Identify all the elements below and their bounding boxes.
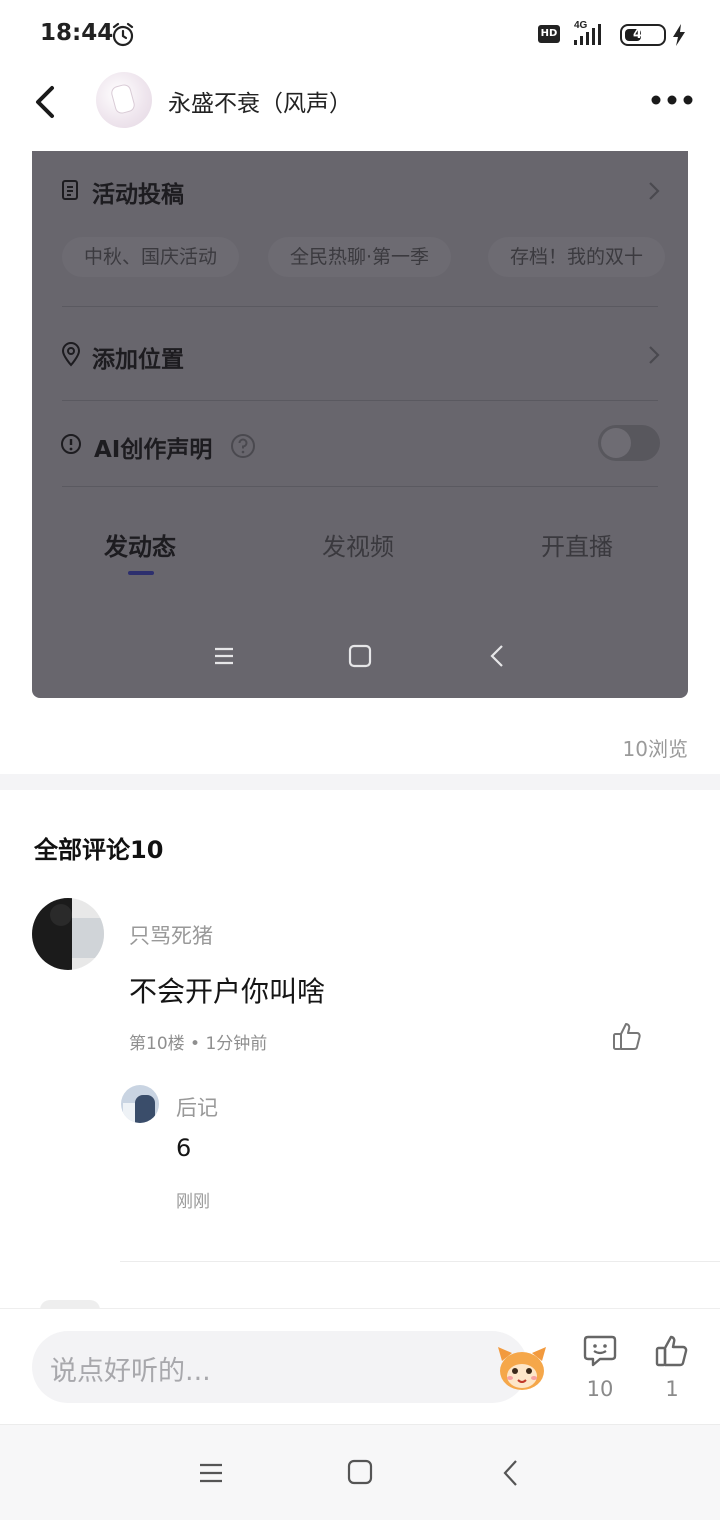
comment-count: 10: [586, 1377, 614, 1401]
avatar[interactable]: [96, 72, 152, 128]
like-count: 1: [665, 1377, 679, 1401]
back-arrow-icon[interactable]: [28, 82, 64, 122]
activity-tag: 中秋、国庆活动: [62, 237, 240, 277]
avatar[interactable]: [121, 1085, 159, 1123]
system-nav-bar: [0, 1424, 720, 1520]
embedded-screenshot-image[interactable]: 活动投稿 中秋、国庆活动 全民热聊·第一季 存档！我的双十 添加位置 AI创作声…: [32, 151, 688, 698]
menu-icon[interactable]: [196, 1459, 226, 1487]
divider: [120, 1261, 720, 1262]
home-square-icon: [348, 644, 372, 668]
avatar[interactable]: [32, 898, 104, 970]
comment-text[interactable]: 不会开户你叫啥: [129, 970, 325, 1010]
view-count: 10浏览: [622, 737, 688, 761]
ai-declaration-label: AI创作声明: [94, 437, 213, 463]
comments-title: 全部评论10: [34, 836, 164, 864]
comment-input-bar: 说点好听的... 10 1: [0, 1308, 720, 1424]
tab-post-video: 发视频: [322, 533, 394, 561]
back-chevron-icon: [490, 645, 503, 667]
signal-icon: 4G: [574, 20, 601, 45]
document-icon: [62, 180, 78, 200]
status-time: 18:44: [40, 20, 114, 46]
page-title[interactable]: 永盛不衰（风声）: [168, 84, 352, 118]
comment-input[interactable]: 说点好听的...: [32, 1331, 546, 1403]
divider: [62, 306, 658, 307]
back-chevron-icon[interactable]: [496, 1459, 526, 1487]
tab-post-update: 发动态: [104, 533, 176, 561]
emoji-mascot-icon[interactable]: [494, 1341, 550, 1393]
reply-text[interactable]: 6: [176, 1134, 191, 1162]
hd-badge: HD: [538, 25, 560, 43]
network-label: 4G: [574, 20, 588, 31]
ai-declaration-toggle: [598, 425, 660, 461]
section-separator: [0, 774, 720, 790]
chevron-right-icon: [649, 346, 660, 364]
more-dots-icon[interactable]: [650, 94, 694, 106]
home-square-icon[interactable]: [345, 1459, 375, 1487]
battery-icon: 45: [620, 24, 666, 46]
battery-level: 45: [632, 27, 652, 42]
thumbs-up-icon[interactable]: [611, 1020, 643, 1052]
charging-bolt-icon: [673, 24, 685, 46]
reply-username[interactable]: 后记: [176, 1092, 218, 1122]
status-bar: 18:44 HD 4G 45: [0, 0, 720, 66]
comment-bubble-icon: [583, 1335, 617, 1367]
chat-header: 永盛不衰（风声）: [0, 66, 720, 136]
info-icon: [61, 434, 81, 454]
alarm-icon: [112, 22, 134, 47]
chevron-right-icon: [649, 182, 660, 200]
activity-label: 活动投稿: [92, 182, 184, 208]
reply-time: 刚刚: [176, 1192, 210, 1212]
activity-tag: 存档！我的双十: [488, 237, 666, 277]
menu-icon: [215, 647, 233, 665]
like-button[interactable]: 1: [647, 1333, 697, 1401]
comment-count-button[interactable]: 10: [575, 1333, 625, 1401]
location-label: 添加位置: [92, 347, 184, 373]
divider: [62, 486, 658, 487]
comment-username[interactable]: 只骂死猪: [129, 920, 213, 950]
tab-go-live: 开直播: [541, 533, 613, 561]
location-pin-icon: [61, 342, 81, 367]
activity-tag: 全民热聊·第一季: [268, 237, 452, 277]
comment-input-placeholder: 说点好听的...: [50, 1356, 211, 1387]
divider: [62, 400, 658, 401]
help-icon: [231, 434, 255, 458]
active-tab-indicator: [128, 571, 154, 575]
comment-meta: 第10楼 • 1分钟前: [129, 1034, 268, 1054]
thumbs-up-icon: [655, 1335, 688, 1367]
